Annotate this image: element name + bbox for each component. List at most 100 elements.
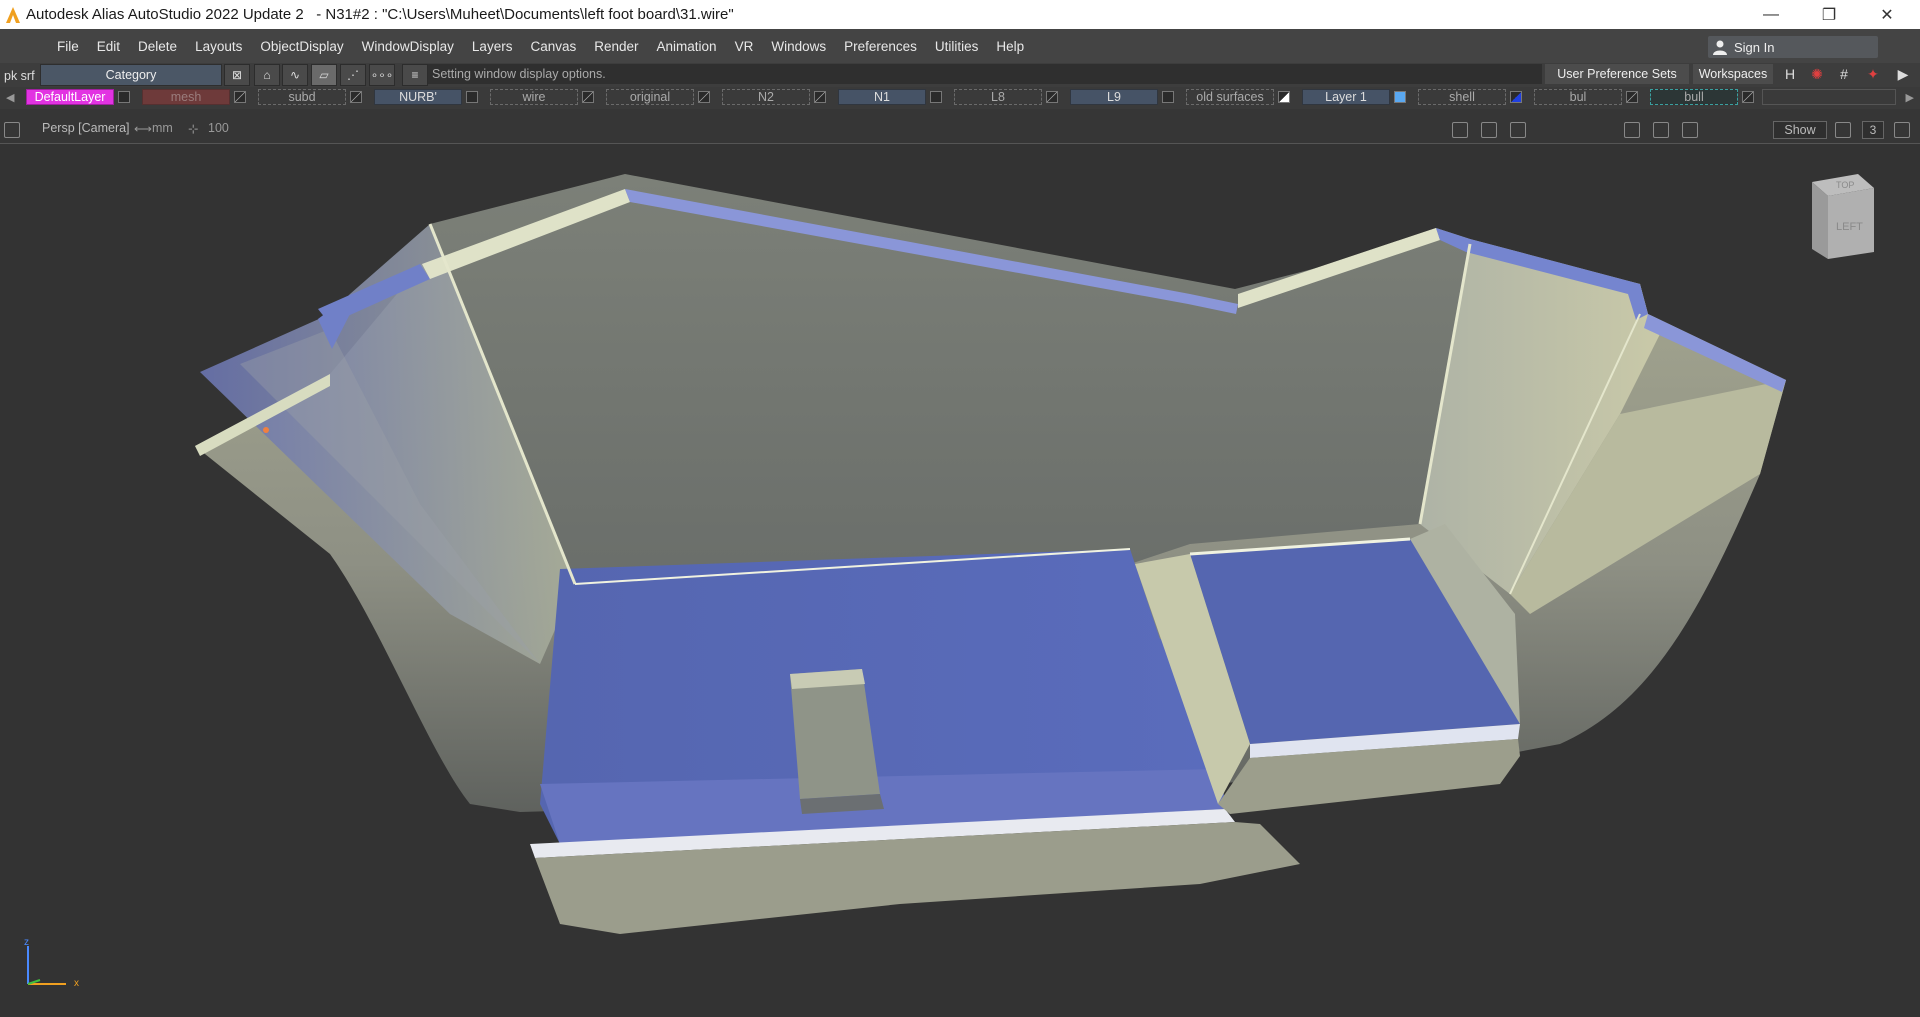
zoom-icon[interactable] (1510, 122, 1526, 138)
sign-in-button[interactable]: Sign In (1708, 36, 1878, 58)
menu-vr[interactable]: VR (726, 39, 763, 54)
layer-visibility-toggle[interactable] (466, 91, 478, 103)
layer-shell[interactable]: shell (1418, 89, 1506, 105)
tumble-icon[interactable]: ✺ (1808, 65, 1826, 83)
layer-visibility-toggle[interactable] (1162, 91, 1174, 103)
pick-point-icon[interactable]: ⋰ (340, 64, 366, 86)
layer-subd[interactable]: subd (258, 89, 346, 105)
pick-mode-label[interactable]: pk srf (4, 69, 35, 83)
menu-delete[interactable]: Delete (129, 39, 186, 54)
layer-n1[interactable]: N1 (838, 89, 926, 105)
viewcube-top-label: TOP (1836, 180, 1854, 190)
3d-viewport[interactable]: TOP LEFT z x (0, 144, 1920, 1017)
layer-visibility-toggle[interactable] (814, 91, 826, 103)
layer-visibility-toggle[interactable] (1742, 91, 1754, 103)
layer-layer-1[interactable]: Layer 1 (1302, 89, 1390, 105)
menu-animation[interactable]: Animation (648, 39, 726, 54)
layer-visibility-toggle[interactable] (582, 91, 594, 103)
layer-empty-slot[interactable] (1762, 89, 1896, 105)
pick-cv-icon[interactable]: ∘∘∘ (369, 64, 395, 86)
layer-bull[interactable]: bull (1650, 89, 1738, 105)
foot-board-model[interactable] (0, 144, 1920, 1017)
prompt-history-icon[interactable]: ≡ (402, 64, 428, 86)
layer-visibility-toggle[interactable] (1626, 91, 1638, 103)
layer-nurb[interactable]: NURB' (374, 89, 462, 105)
tool-bar: pk srf Category ⊠ ⌂ ∿ ▱ ⋰ ∘∘∘ ≡ Setting … (0, 63, 1920, 87)
axis-x-label: x (74, 978, 79, 989)
workspaces-button[interactable]: Workspaces (1693, 64, 1773, 84)
camera-label[interactable]: Persp [Camera] (42, 121, 130, 135)
layer-visibility-toggle[interactable] (350, 91, 362, 103)
layer-original[interactable]: original (606, 89, 694, 105)
viewport-maximize-icon[interactable] (4, 122, 20, 138)
corner-toggle-icon[interactable] (1894, 122, 1910, 138)
menu-layouts[interactable]: Layouts (186, 39, 251, 54)
menu-layers[interactable]: Layers (463, 39, 522, 54)
layer-visibility-toggle[interactable] (1394, 91, 1406, 103)
save-image-icon[interactable] (1481, 122, 1497, 138)
pick-object-icon[interactable]: ⊠ (224, 64, 250, 86)
category-dropdown[interactable]: Category (40, 64, 222, 86)
layer-visibility-toggle[interactable] (1278, 91, 1290, 103)
user-preference-sets-button[interactable]: User Preference Sets (1545, 64, 1689, 84)
wireframe-toggle-icon[interactable] (1835, 122, 1851, 138)
history-icon[interactable]: H (1781, 65, 1799, 83)
layer-bul[interactable]: bul (1534, 89, 1622, 105)
layer-n2[interactable]: N2 (722, 89, 810, 105)
menu-items: File Edit Delete Layouts ObjectDisplay Window… (48, 29, 1033, 63)
layer-visibility-toggle[interactable] (1046, 91, 1058, 103)
layer-l9[interactable]: L9 (1070, 89, 1158, 105)
grid-size-label: 100 (208, 121, 229, 135)
layer-bar: ◀ DefaultLayer mesh subd NURB' wire orig… (0, 87, 1920, 109)
file-path: - N31#2 : "C:\Users\Muheet\Documents\lef… (303, 6, 734, 23)
menu-canvas[interactable]: Canvas (521, 39, 585, 54)
menu-render[interactable]: Render (585, 39, 647, 54)
scroll-left-icon[interactable]: ◀ (6, 91, 14, 104)
layer-mesh[interactable]: mesh (142, 89, 230, 105)
layer-visibility-toggle[interactable] (930, 91, 942, 103)
menu-windowdisplay[interactable]: WindowDisplay (353, 39, 463, 54)
layer-visibility-toggle[interactable] (698, 91, 710, 103)
grid-snap-icon[interactable]: # (1835, 65, 1853, 83)
fit-view-icon[interactable] (1624, 122, 1640, 138)
window-title: Autodesk Alias AutoStudio 2022 Update 2 (26, 6, 304, 23)
close-button[interactable]: ✕ (1858, 0, 1916, 29)
frame-icon[interactable] (1653, 122, 1669, 138)
alias-logo-icon (6, 6, 20, 23)
scroll-right-icon[interactable]: ▶ (1906, 91, 1914, 104)
view-cube[interactable]: TOP LEFT (1806, 174, 1876, 259)
axis-z-label: z (24, 937, 29, 948)
layer-old-surfaces[interactable]: old surfaces (1186, 89, 1274, 105)
layer-visibility-toggle[interactable] (1510, 91, 1522, 103)
print-icon[interactable] (1452, 122, 1468, 138)
layer-l8[interactable]: L8 (954, 89, 1042, 105)
menu-help[interactable]: Help (987, 39, 1033, 54)
grid-size-icon: ⊹ (188, 122, 199, 136)
layer-visibility-toggle[interactable] (118, 91, 130, 103)
layer-defaultlayer[interactable]: DefaultLayer (26, 89, 114, 105)
restore-button[interactable]: ❐ (1800, 0, 1858, 29)
pick-surface-icon[interactable]: ▱ (311, 64, 337, 86)
layer-visibility-toggle[interactable] (234, 91, 246, 103)
expand-right-icon[interactable]: ▶ (1894, 65, 1912, 83)
menu-bar: File Edit Delete Layouts ObjectDisplay Window… (0, 29, 1920, 63)
marking-menu-icon[interactable]: ✦ (1864, 65, 1882, 83)
menu-file[interactable]: File (48, 39, 88, 54)
menu-edit[interactable]: Edit (88, 39, 129, 54)
viewport-header: Persp [Camera] ⟷ mm ⊹ 100 Show 3 (0, 109, 1920, 144)
menu-objectdisplay[interactable]: ObjectDisplay (251, 39, 352, 54)
pick-curve-icon[interactable]: ∿ (282, 64, 308, 86)
pan-icon[interactable] (1682, 122, 1698, 138)
units-icon: ⟷ (134, 122, 152, 136)
display-level-button[interactable]: 3 (1862, 121, 1884, 139)
user-icon (1713, 40, 1727, 55)
menu-preferences[interactable]: Preferences (835, 39, 926, 54)
title-bar: Autodesk Alias AutoStudio 2022 Update 2 … (0, 0, 1920, 29)
menu-windows[interactable]: Windows (762, 39, 835, 54)
pick-component-icon[interactable]: ⌂ (254, 64, 280, 86)
show-button[interactable]: Show (1773, 121, 1827, 139)
prompt-line: Setting window display options. (428, 64, 1542, 84)
layer-wire[interactable]: wire (490, 89, 578, 105)
minimize-button[interactable]: — (1742, 0, 1800, 29)
menu-utilities[interactable]: Utilities (926, 39, 988, 54)
